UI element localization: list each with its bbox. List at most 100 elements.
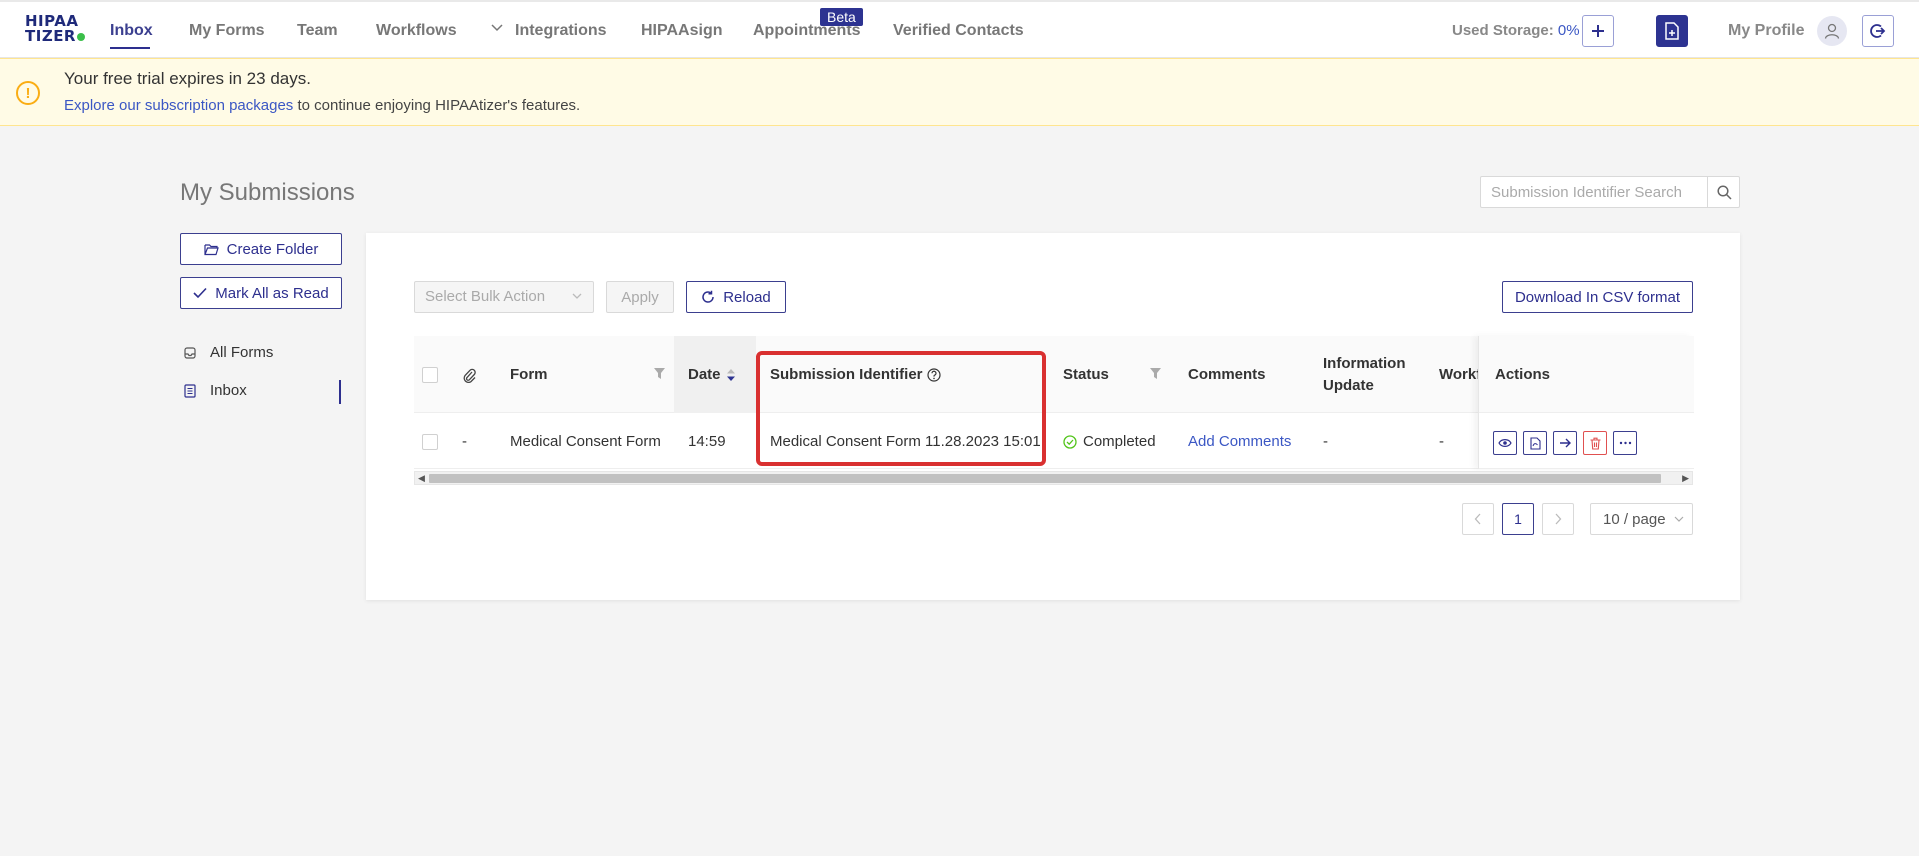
create-folder-button[interactable]: Create Folder [180, 233, 342, 265]
information-update-header: Information Update [1323, 336, 1406, 413]
submission-search-input[interactable] [1481, 177, 1707, 207]
mark-all-read-button[interactable]: Mark All as Read [180, 277, 342, 309]
check-icon [193, 287, 207, 299]
chevron-down-icon[interactable] [490, 21, 504, 38]
form-header[interactable]: Form [510, 336, 548, 413]
nav-verified-contacts[interactable]: Verified Contacts [893, 22, 1024, 40]
row-select-cell [422, 414, 438, 469]
sort-icon [726, 368, 735, 381]
chevron-right-icon [1555, 513, 1562, 525]
file-add-icon [1665, 22, 1679, 40]
warning-icon: ! [16, 81, 40, 105]
create-folder-label: Create Folder [226, 240, 319, 258]
scroll-left-arrow-icon[interactable]: ◀ [418, 473, 425, 484]
filter-icon[interactable] [654, 368, 665, 382]
row-form-name: Medical Consent Form [510, 433, 661, 450]
file-pdf-icon [1529, 436, 1541, 450]
status-header[interactable]: Status [1063, 336, 1109, 413]
trial-banner: ! Your free trial expires in 23 days. Ex… [0, 58, 1919, 126]
date-header[interactable]: Date [688, 336, 735, 413]
trial-subtext: Explore our subscription packages to con… [64, 97, 580, 114]
information-update-header-line2: Update [1323, 376, 1374, 394]
sidebar-item-all-forms[interactable]: All Forms [184, 344, 273, 361]
next-page-button[interactable] [1542, 503, 1574, 535]
select-all-checkbox[interactable] [422, 366, 438, 383]
row-status: Completed [1063, 414, 1156, 469]
my-profile-link[interactable]: My Profile [1728, 22, 1804, 40]
nav-integrations[interactable]: Integrations [515, 22, 607, 40]
filter-icon[interactable] [1150, 368, 1161, 382]
bulk-action-select[interactable]: Select Bulk Action [414, 281, 594, 313]
new-document-button[interactable] [1656, 15, 1688, 47]
nav-my-forms[interactable]: My Forms [189, 22, 265, 40]
submission-identifier-header-label: Submission Identifier [770, 366, 923, 383]
chevron-left-icon [1474, 513, 1481, 525]
search-button[interactable] [1707, 176, 1740, 208]
check-circle-icon [1063, 434, 1077, 449]
used-storage: Used Storage: 0% [1452, 22, 1580, 39]
add-storage-button[interactable] [1582, 15, 1614, 47]
row-submission-identifier: Medical Consent Form 11.28.2023 15:01 [770, 433, 1041, 450]
row-information-update: - [1323, 433, 1328, 450]
bulk-action-placeholder: Select Bulk Action [425, 288, 546, 305]
avatar[interactable] [1817, 16, 1847, 46]
delete-button[interactable] [1583, 431, 1607, 455]
reload-label: Reload [723, 288, 771, 306]
view-button[interactable] [1493, 431, 1517, 455]
horizontal-scrollbar[interactable]: ◀ ▶ [414, 471, 1693, 485]
submission-identifier-header[interactable]: Submission Identifier [770, 336, 941, 413]
reload-button[interactable]: Reload [686, 281, 786, 313]
sidebar-active-indicator [339, 380, 341, 404]
pdf-button[interactable] [1523, 431, 1547, 455]
nav-inbox[interactable]: Inbox [110, 22, 153, 40]
plus-icon [1592, 25, 1604, 37]
page-size-select[interactable]: 10 / page [1590, 503, 1693, 535]
user-icon [1824, 23, 1840, 39]
page-number-button[interactable]: 1 [1502, 503, 1534, 535]
more-button[interactable] [1613, 431, 1637, 455]
row-attachment: - [462, 433, 467, 450]
submissions-card: Select Bulk Action Apply Reload Download… [366, 233, 1740, 600]
select-all-cell [422, 336, 438, 413]
date-header-label: Date [688, 366, 721, 383]
hipaatizer-logo[interactable]: HIPAA TIZER [25, 14, 91, 48]
prev-page-button[interactable] [1462, 503, 1494, 535]
trial-subtext-rest: to continue enjoying HIPAAtizer's featur… [297, 97, 581, 114]
nav-hipaasign[interactable]: HIPAAsign [641, 22, 722, 40]
scrollbar-thumb[interactable] [429, 474, 1661, 483]
beta-badge: Beta [820, 8, 863, 26]
row-workflow: - [1439, 433, 1444, 450]
scroll-right-arrow-icon[interactable]: ▶ [1682, 473, 1689, 484]
row-status-label: Completed [1083, 433, 1156, 450]
row-checkbox[interactable] [422, 433, 438, 450]
logout-button[interactable] [1862, 15, 1894, 47]
row-date: 14:59 [688, 433, 726, 450]
mark-all-read-label: Mark All as Read [215, 284, 329, 302]
folder-open-icon [204, 243, 219, 255]
used-storage-value: 0% [1557, 22, 1580, 39]
forward-button[interactable] [1553, 431, 1577, 455]
add-comments-link[interactable]: Add Comments [1188, 414, 1291, 469]
top-navbar: HIPAA TIZER Inbox My Forms Team Workflow… [0, 0, 1919, 58]
submission-search [1480, 176, 1740, 208]
trial-expiry-text: Your free trial expires in 23 days. [64, 69, 311, 88]
apply-button[interactable]: Apply [606, 281, 674, 313]
chevron-down-icon [1674, 516, 1683, 522]
nav-active-indicator [110, 47, 150, 49]
help-circle-icon[interactable] [926, 367, 941, 382]
submissions-table: Form Date Submission Identifier Status C… [414, 336, 1694, 486]
search-icon [1716, 184, 1732, 200]
subscription-packages-link[interactable]: Explore our subscription packages [64, 97, 293, 114]
arrow-right-icon [1559, 438, 1571, 448]
download-csv-button[interactable]: Download In CSV format [1502, 281, 1693, 313]
nav-team[interactable]: Team [297, 22, 338, 40]
more-icon [1619, 441, 1631, 445]
sidebar-item-label: All Forms [210, 344, 274, 361]
used-storage-label: Used Storage: [1452, 22, 1554, 39]
page-title: My Submissions [180, 179, 355, 206]
sidebar-item-inbox[interactable]: Inbox [184, 382, 247, 399]
page-size-label: 10 / page [1603, 510, 1666, 528]
actions-header: Actions [1495, 366, 1551, 383]
information-update-header-line1: Information [1323, 354, 1406, 372]
nav-workflows[interactable]: Workflows [376, 22, 457, 40]
